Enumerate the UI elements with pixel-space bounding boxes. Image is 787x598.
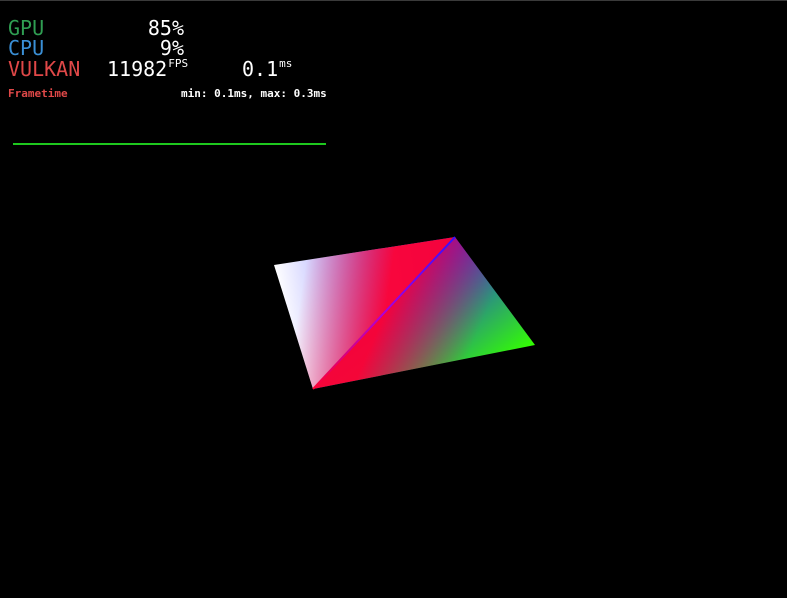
fps-value: 11982 <box>107 57 168 81</box>
frametime-unit: ms <box>279 57 293 70</box>
fps-unit: FPS <box>168 57 189 70</box>
frametime-graph <box>13 143 326 145</box>
fps-counter: 11982FPS <box>107 57 189 83</box>
cpu-usage-value: 9% <box>159 36 184 60</box>
api-stats-row: VULKAN 11982FPS 0.1ms <box>8 57 298 81</box>
frametime-value: 0.1 <box>242 57 279 81</box>
frametime-label: Frametime <box>8 87 68 100</box>
render-viewport <box>274 236 535 390</box>
api-label: VULKAN <box>8 57 81 81</box>
cpu-usage-row: CPU 9% <box>8 38 184 58</box>
gpu-usage-value: 85% <box>147 16 184 40</box>
frametime-stats: min: 0.1ms, max: 0.3ms <box>181 87 327 100</box>
gpu-label: GPU <box>8 16 45 40</box>
gpu-usage-row: GPU 85% <box>8 18 184 38</box>
cpu-label: CPU <box>8 36 45 60</box>
frametime-counter: 0.1ms <box>242 57 293 83</box>
rotating-quad <box>274 236 535 390</box>
